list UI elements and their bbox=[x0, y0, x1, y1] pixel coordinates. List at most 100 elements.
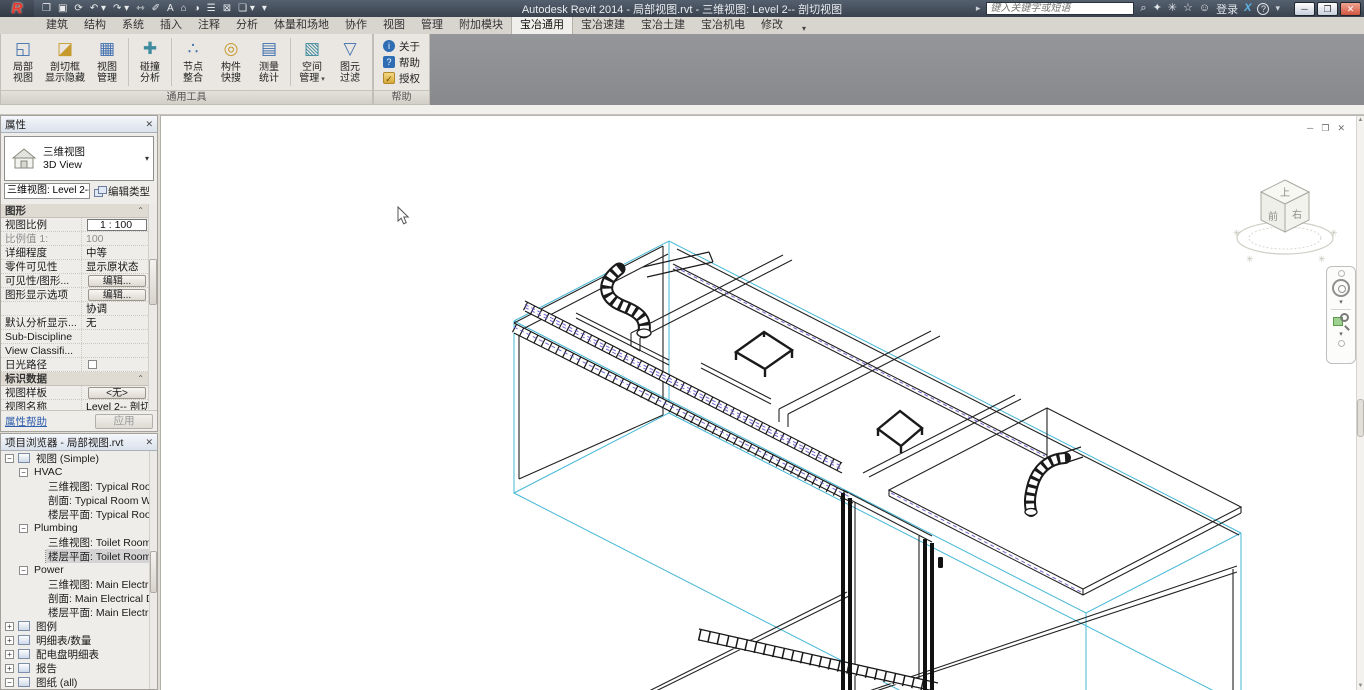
zoom-button[interactable] bbox=[1332, 313, 1350, 329]
help-button[interactable]: ? 帮助 bbox=[383, 55, 420, 70]
view-minimize-icon[interactable]: ─ bbox=[1307, 123, 1313, 134]
space-manage-button[interactable]: ▧ 空间 管理▾ bbox=[293, 36, 331, 88]
favorites-icon[interactable]: ☆ bbox=[1183, 0, 1193, 17]
section-box-toggle-button[interactable]: ◪ 剖切框 显示隐藏 bbox=[42, 36, 88, 88]
redo-button[interactable]: ↷ ▾ bbox=[113, 0, 129, 17]
tree-item-3d-typical-room[interactable]: 三维视图: Typical Room bbox=[1, 479, 149, 493]
properties-header[interactable]: 属性 ✕ bbox=[1, 116, 157, 133]
tree-item-panel-schedules[interactable]: +配电盘明细表 bbox=[1, 647, 149, 661]
compass-east-icon[interactable]: ✳ bbox=[1330, 228, 1338, 238]
type-selector[interactable]: 三维视图 3D View ▾ bbox=[4, 136, 154, 181]
expand-box-icon[interactable]: + bbox=[5, 650, 14, 659]
search-icon[interactable]: ⌕ bbox=[1140, 0, 1146, 17]
close-button[interactable]: ✕ bbox=[1340, 2, 1361, 16]
tree-item-3d-toilet-room[interactable]: 三维视图: Toilet Room bbox=[1, 535, 149, 549]
measure-stats-button[interactable]: ▤ 测量 统计 bbox=[250, 36, 288, 88]
property-row-discipline[interactable]: 协调 bbox=[1, 302, 148, 316]
tab-view[interactable]: 视图 bbox=[375, 15, 413, 34]
property-row-sun-path[interactable]: 日光路径 bbox=[1, 358, 148, 372]
element-quick-search-button[interactable]: ◎ 构件 快搜 bbox=[212, 36, 250, 88]
subscription-center-icon[interactable]: ✦ bbox=[1153, 0, 1162, 17]
view-restore-icon[interactable]: ❐ bbox=[1321, 123, 1329, 134]
scrollbar-thumb[interactable] bbox=[150, 551, 157, 593]
ribbon-display-toggle-icon[interactable]: ▾ bbox=[797, 23, 811, 34]
license-button[interactable]: ✓ 授权 bbox=[383, 71, 420, 86]
tab-baoye-general[interactable]: 宝冶通用 bbox=[511, 14, 573, 34]
communication-center-icon[interactable]: ✳ bbox=[1168, 0, 1177, 17]
navbar-dot-icon[interactable] bbox=[1338, 340, 1345, 347]
infocenter-collapse-icon[interactable]: ▸ bbox=[976, 3, 981, 14]
properties-close-icon[interactable]: ✕ bbox=[145, 119, 153, 130]
exchange-apps-icon[interactable]: X bbox=[1244, 0, 1251, 17]
view-manage-button[interactable]: ▦ 视图 管理 bbox=[88, 36, 126, 88]
save-button[interactable]: ▣ bbox=[58, 0, 67, 17]
collapse-box-icon[interactable]: − bbox=[5, 678, 14, 687]
zoom-caret-icon[interactable]: ▾ bbox=[1339, 331, 1343, 338]
tree-item-plan-main-electrical[interactable]: 楼层平面: Main Electrica bbox=[1, 605, 149, 619]
steering-wheel-button[interactable] bbox=[1332, 279, 1350, 297]
collapse-box-icon[interactable]: − bbox=[19, 524, 28, 533]
help-caret-icon[interactable]: ▾ bbox=[1275, 3, 1280, 14]
properties-scrollbar[interactable] bbox=[148, 204, 157, 409]
expand-box-icon[interactable]: + bbox=[5, 664, 14, 673]
collapse-box-icon[interactable]: − bbox=[19, 468, 28, 477]
compass-south-icon[interactable]: ✳ bbox=[1246, 254, 1254, 264]
about-button[interactable]: i 关于 bbox=[383, 39, 420, 54]
tree-item-schedules[interactable]: +明细表/数量 bbox=[1, 633, 149, 647]
tree-item-section-main-electrical[interactable]: 剖面: Main Electrical Dis bbox=[1, 591, 149, 605]
property-row-parts-visibility[interactable]: 零件可见性显示原状态 bbox=[1, 260, 148, 274]
application-menu-button[interactable]: R bbox=[0, 0, 34, 17]
property-row-graphic-display[interactable]: 图形显示选项编辑... bbox=[1, 288, 148, 302]
sun-path-checkbox[interactable] bbox=[88, 360, 97, 369]
property-row-sub-discipline[interactable]: Sub-Discipline bbox=[1, 330, 148, 344]
sync-button[interactable]: ⟳ bbox=[74, 0, 82, 17]
canvas-scrollbar[interactable]: ▲ ▼ bbox=[1356, 116, 1364, 690]
edit-graphic-display-button[interactable]: 编辑... bbox=[88, 289, 146, 301]
browser-header[interactable]: 项目浏览器 - 局部视图.rvt ✕ bbox=[1, 434, 157, 451]
default-3d-view-button[interactable]: ⌂ bbox=[181, 0, 187, 17]
expand-box-icon[interactable]: + bbox=[5, 622, 14, 631]
tab-addins[interactable]: 附加模块 bbox=[451, 15, 511, 34]
tab-massing-site[interactable]: 体量和场地 bbox=[266, 15, 337, 34]
tree-item-plumbing[interactable]: −Plumbing bbox=[1, 521, 149, 535]
tree-item-hvac[interactable]: −HVAC bbox=[1, 465, 149, 479]
scrollbar-thumb[interactable] bbox=[1357, 399, 1364, 437]
property-row-view-classification[interactable]: View Classifi... bbox=[1, 344, 148, 358]
navbar-dot-icon[interactable] bbox=[1338, 270, 1345, 277]
open-button[interactable]: ❐ bbox=[42, 0, 51, 17]
scrollbar-thumb[interactable] bbox=[149, 259, 157, 305]
search-input[interactable] bbox=[986, 2, 1134, 15]
section-identity-data[interactable]: 标识数据⌃ bbox=[1, 372, 148, 386]
section-graphics[interactable]: 图形⌃ bbox=[1, 204, 148, 218]
clash-analysis-button[interactable]: ✚ 碰撞 分析 bbox=[131, 36, 169, 88]
tab-baoye-civil[interactable]: 宝冶土建 bbox=[633, 15, 693, 34]
edit-type-button[interactable]: 编辑类型 bbox=[94, 184, 150, 199]
tree-item-power[interactable]: −Power bbox=[1, 563, 149, 577]
tree-item-3d-main-electrical[interactable]: 三维视图: Main Electrica bbox=[1, 577, 149, 591]
customize-qat-button[interactable]: ▾ bbox=[262, 0, 267, 17]
property-row-view-scale[interactable]: 视图比例1 : 100 bbox=[1, 218, 148, 232]
tab-baoye-quick[interactable]: 宝冶速建 bbox=[573, 15, 633, 34]
property-row-default-analysis[interactable]: 默认分析显示...无 bbox=[1, 316, 148, 330]
tab-analyze[interactable]: 分析 bbox=[228, 15, 266, 34]
tree-item-section-typical-room[interactable]: 剖面: Typical Room WSI bbox=[1, 493, 149, 507]
expand-box-icon[interactable]: + bbox=[5, 636, 14, 645]
view-template-button[interactable]: <无> bbox=[88, 387, 146, 399]
property-row-visibility-graphics[interactable]: 可见性/图形...编辑... bbox=[1, 274, 148, 288]
compass-north-icon[interactable]: ✳ bbox=[1318, 254, 1326, 264]
tree-item-legends[interactable]: +图例 bbox=[1, 619, 149, 633]
tab-systems[interactable]: 系统 bbox=[114, 15, 152, 34]
wheel-caret-icon[interactable]: ▾ bbox=[1339, 299, 1343, 306]
tab-architecture[interactable]: 建筑 bbox=[38, 15, 76, 34]
tab-baoye-mep[interactable]: 宝冶机电 bbox=[693, 15, 753, 34]
apply-button[interactable]: 应用 bbox=[95, 414, 153, 429]
tab-modify[interactable]: 修改 bbox=[753, 15, 791, 34]
tree-item-reports[interactable]: +报告 bbox=[1, 661, 149, 675]
drawing-area[interactable]: ─ ❐ ✕ ✳ ✳ ✳ ✳ 上 前 右 ▾ bbox=[160, 115, 1364, 690]
tag-button[interactable]: ✐ bbox=[152, 0, 160, 17]
switch-windows-button[interactable]: ❏ ▾ bbox=[238, 0, 255, 17]
browser-scrollbar[interactable] bbox=[149, 451, 157, 689]
collapse-box-icon[interactable]: − bbox=[5, 454, 14, 463]
tab-annotate[interactable]: 注释 bbox=[190, 15, 228, 34]
property-row-detail-level[interactable]: 详细程度中等 bbox=[1, 246, 148, 260]
